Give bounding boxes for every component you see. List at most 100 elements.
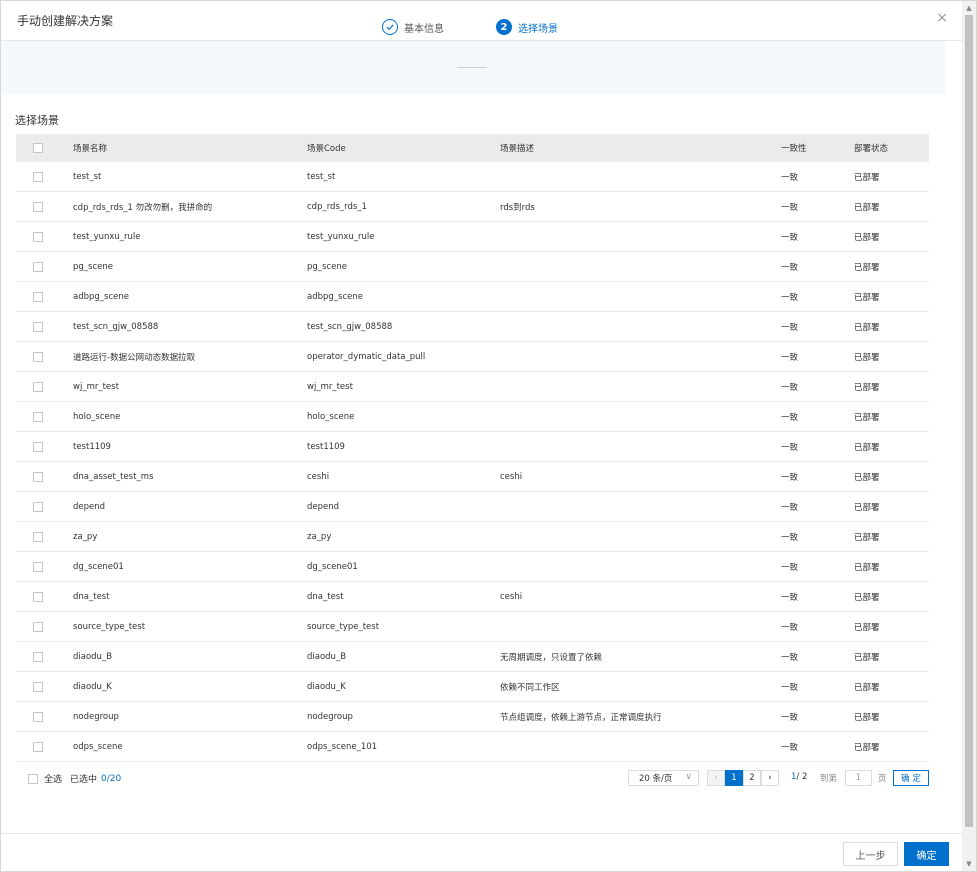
table-row[interactable]: test_st test_st 一致 已部署 — [16, 162, 929, 192]
previous-step-button[interactable]: 上一步 — [843, 842, 898, 866]
scene-code-cell: test_scn_gjw_08588 — [307, 321, 393, 332]
scene-code-cell: dna_test — [307, 591, 344, 602]
row-checkbox[interactable] — [33, 501, 43, 512]
close-icon[interactable]: × — [936, 11, 948, 25]
table-row[interactable]: test1109 test1109 一致 已部署 — [16, 432, 929, 462]
row-checkbox[interactable] — [33, 201, 43, 212]
deploy-status-cell: 已部署 — [854, 622, 880, 633]
scene-code-cell: ceshi — [307, 471, 330, 482]
column-header: 场景名称 — [73, 144, 108, 154]
row-checkbox[interactable] — [33, 531, 43, 542]
table-row[interactable]: wj_mr_test wj_mr_test 一致 已部署 — [16, 372, 929, 402]
scene-desc-cell: ceshi — [500, 591, 523, 602]
scene-desc-cell: ceshi — [500, 471, 523, 482]
section-title: 选择场景 — [15, 114, 59, 127]
goto-confirm-button[interactable]: 确 定 — [893, 770, 929, 786]
scene-name-cell: cdp_rds_rds_1 勿改勿删，我拼命的 — [73, 202, 213, 213]
row-checkbox-cell — [33, 702, 43, 731]
page-2-button[interactable]: 2 — [743, 770, 761, 786]
scene-name-cell: za_py — [73, 531, 98, 542]
consistency-cell: 一致 — [781, 352, 799, 363]
table-row[interactable]: holo_scene holo_scene 一致 已部署 — [16, 402, 929, 432]
deploy-status-cell: 已部署 — [854, 442, 880, 453]
row-checkbox[interactable] — [33, 561, 43, 572]
goto-page-input[interactable]: 1 — [845, 770, 872, 786]
scene-name-cell: dg_scene01 — [73, 561, 124, 572]
table-row[interactable]: diaodu_B diaodu_B 无周期调度，只设置了依赖 一致 已部署 — [16, 642, 929, 672]
consistency-cell: 一致 — [781, 172, 799, 183]
deploy-status-cell: 已部署 — [854, 682, 880, 693]
selected-count: 0/20 — [101, 773, 122, 784]
row-checkbox[interactable] — [33, 261, 43, 272]
scene-code-cell: diaodu_K — [307, 681, 346, 692]
row-checkbox[interactable] — [33, 651, 43, 662]
row-checkbox-cell — [33, 402, 43, 431]
step-label: 选择场景 — [518, 23, 558, 35]
table-row[interactable]: nodegroup nodegroup 节点组调度，依赖上游节点，正常调度执行 一致 已… — [16, 702, 929, 732]
scene-code-cell: test_st — [307, 171, 336, 182]
column-header: 一致性 — [781, 144, 807, 154]
confirm-button[interactable]: 确定 — [904, 842, 949, 866]
table-row[interactable]: dna_test dna_test ceshi 一致 已部署 — [16, 582, 929, 612]
row-checkbox[interactable] — [33, 291, 43, 302]
row-checkbox-cell — [33, 462, 43, 491]
deploy-status-cell: 已部署 — [854, 172, 880, 183]
table-row[interactable]: cdp_rds_rds_1 勿改勿删，我拼命的 cdp_rds_rds_1 rds到… — [16, 192, 929, 222]
row-checkbox-cell — [33, 282, 43, 311]
scene-code-cell: pg_scene — [307, 261, 347, 272]
table-row[interactable]: test_yunxu_rule test_yunxu_rule 一致 已部署 — [16, 222, 929, 252]
consistency-cell: 一致 — [781, 622, 799, 633]
chevron-right-icon: › — [768, 773, 772, 783]
row-checkbox[interactable] — [33, 591, 43, 602]
scene-desc-cell: 无周期调度，只设置了依赖 — [500, 652, 603, 663]
table-row[interactable]: test_scn_gjw_08588 test_scn_gjw_08588 一致 已部… — [16, 312, 929, 342]
row-checkbox[interactable] — [33, 441, 43, 452]
scroll-down-icon[interactable]: ▼ — [962, 857, 976, 871]
table-row[interactable]: odps_scene odps_scene_101 一致 已部署 — [16, 732, 929, 762]
consistency-cell: 一致 — [781, 712, 799, 723]
row-checkbox[interactable] — [33, 711, 43, 722]
column-header: 场景描述 — [500, 144, 535, 154]
page-1-button[interactable]: 1 — [725, 770, 743, 786]
row-checkbox[interactable] — [33, 171, 43, 182]
row-checkbox[interactable] — [33, 381, 43, 392]
scene-code-cell: cdp_rds_rds_1 — [307, 201, 367, 212]
scene-code-cell: operator_dymatic_data_pull — [307, 351, 426, 362]
goto-label: 到第 — [820, 774, 838, 784]
table-row[interactable]: za_py za_py 一致 已部署 — [16, 522, 929, 552]
deploy-status-cell: 已部署 — [854, 292, 880, 303]
row-checkbox[interactable] — [33, 741, 43, 752]
dialog: 手动创建解决方案 × 基本信息 2 选择场景 选择场景 场景名称 场景Code … — [0, 0, 977, 872]
table-row[interactable]: dna_asset_test_ms ceshi ceshi 一致 已部署 — [16, 462, 929, 492]
scene-name-cell: odps_scene — [73, 741, 123, 752]
page-size-select[interactable]: 20 条/页 ∨ — [628, 770, 699, 786]
row-checkbox[interactable] — [33, 471, 43, 482]
row-checkbox[interactable] — [33, 321, 43, 332]
table-row[interactable]: 道路运行-数据公网动态数据拉取 operator_dymatic_data_pul… — [16, 342, 929, 372]
table-row[interactable]: pg_scene pg_scene 一致 已部署 — [16, 252, 929, 282]
scroll-up-icon[interactable]: ▲ — [962, 1, 976, 15]
row-checkbox[interactable] — [33, 351, 43, 362]
next-page-button[interactable]: › — [761, 770, 779, 786]
prev-page-button[interactable]: ‹ — [707, 770, 725, 786]
row-checkbox[interactable] — [33, 621, 43, 632]
table-row[interactable]: dg_scene01 dg_scene01 一致 已部署 — [16, 552, 929, 582]
table-row[interactable]: diaodu_K diaodu_K 依赖不同工作区 一致 已部署 — [16, 672, 929, 702]
select-all-checkbox[interactable] — [28, 773, 38, 784]
row-checkbox[interactable] — [33, 411, 43, 422]
row-checkbox[interactable] — [33, 231, 43, 242]
scene-name-cell: holo_scene — [73, 411, 121, 422]
select-all-header-checkbox[interactable] — [33, 143, 43, 153]
scene-name-cell: test_yunxu_rule — [73, 231, 141, 242]
scroll-thumb[interactable] — [965, 15, 973, 827]
select-all-label[interactable]: 全选 — [44, 772, 62, 785]
table-row[interactable]: depend depend 一致 已部署 — [16, 492, 929, 522]
scene-code-cell: source_type_test — [307, 621, 380, 632]
vertical-scrollbar[interactable]: ▲ ▼ — [962, 1, 976, 871]
table-row[interactable]: source_type_test source_type_test 一致 已部署 — [16, 612, 929, 642]
step-connector — [457, 67, 487, 68]
row-checkbox[interactable] — [33, 681, 43, 692]
table-row[interactable]: adbpg_scene adbpg_scene 一致 已部署 — [16, 282, 929, 312]
row-checkbox-cell — [33, 732, 43, 761]
scene-code-cell: test_yunxu_rule — [307, 231, 375, 242]
